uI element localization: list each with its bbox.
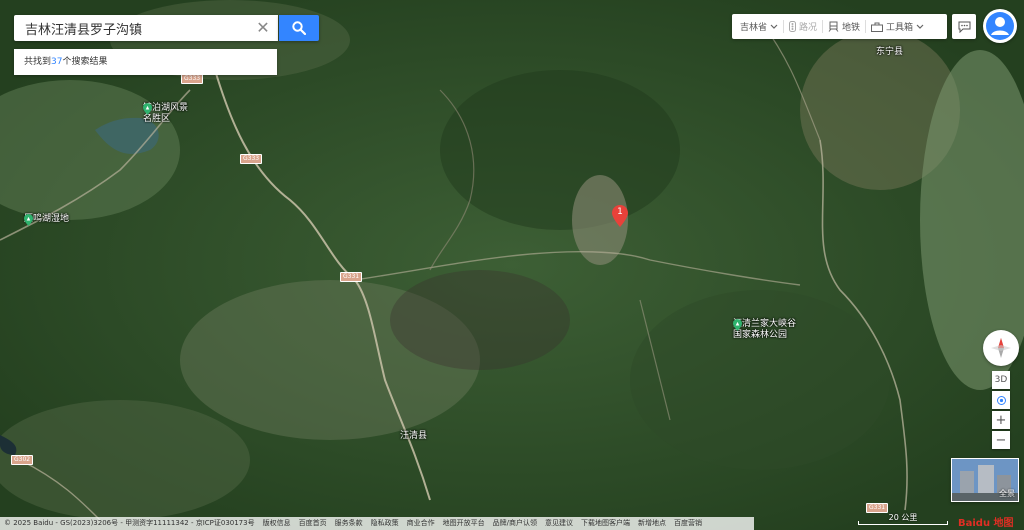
- clear-search-button[interactable]: ✕: [254, 19, 272, 37]
- poi-label: 汪清兰家大峡谷: [733, 319, 797, 329]
- map-toolbar: 吉林省 路况 地铁 工具箱: [732, 14, 947, 39]
- footer-link[interactable]: 版权信息: [263, 517, 291, 530]
- road-shield: G302: [11, 455, 34, 465]
- panorama-thumbnail[interactable]: 全景: [951, 458, 1019, 502]
- scale-line: [858, 521, 948, 525]
- search-icon: [292, 21, 306, 35]
- subway-button[interactable]: 地铁: [823, 14, 865, 39]
- scenic-pin-icon: [143, 103, 152, 115]
- 3d-toggle-button[interactable]: 3D: [992, 371, 1010, 389]
- plus-icon: +: [995, 412, 1007, 428]
- search-box: ✕: [14, 15, 278, 41]
- search-results-summary[interactable]: 共找到37个搜索结果: [14, 49, 277, 75]
- footer-link[interactable]: 服务条款: [335, 517, 363, 530]
- locate-button[interactable]: [992, 391, 1010, 409]
- subway-label: 地铁: [842, 23, 861, 33]
- message-button[interactable]: [952, 14, 976, 39]
- user-icon: [986, 12, 1014, 40]
- footer-link[interactable]: 隐私政策: [371, 517, 399, 530]
- compass-control[interactable]: [983, 330, 1019, 366]
- minus-icon: −: [995, 432, 1007, 448]
- footer-link[interactable]: 下载地图客户端: [581, 517, 630, 530]
- traffic-button[interactable]: 路况: [784, 14, 822, 39]
- satellite-terrain: [0, 0, 1024, 530]
- province-label: 吉林省: [740, 23, 768, 33]
- marker-number: 1: [617, 207, 623, 217]
- traffic-light-icon: [789, 21, 797, 32]
- search-input[interactable]: [23, 19, 252, 37]
- map-footer: © 2025 Baidu - GS(2023)3206号 - 甲测资字11111…: [0, 517, 754, 530]
- zoom-in-button[interactable]: +: [992, 411, 1010, 429]
- poi-label: 名胜区: [143, 114, 171, 124]
- copyright-text: © 2025 Baidu - GS(2023)3206号 - 甲测资字11111…: [4, 519, 255, 527]
- toolbox-label: 工具箱: [886, 23, 914, 33]
- poi-yanming-lake[interactable]: 雁鸣湖湿地: [24, 214, 69, 226]
- road-shield: G331: [340, 272, 363, 282]
- footer-link[interactable]: 地图开放平台: [443, 517, 485, 530]
- footer-link[interactable]: 百度营销: [674, 517, 702, 530]
- road-shield: G333: [240, 154, 263, 164]
- result-marker[interactable]: 1: [612, 205, 628, 227]
- 3d-label: 3D: [994, 375, 1008, 385]
- footer-link[interactable]: 新增地点: [638, 517, 666, 530]
- poi-lanjia-canyon[interactable]: 汪清兰家大峡谷 国家森林公园: [733, 319, 796, 341]
- user-avatar-button[interactable]: [983, 9, 1017, 43]
- subway-icon: [828, 21, 839, 32]
- traffic-label: 路况: [799, 23, 818, 33]
- town-label[interactable]: 汪清县: [400, 428, 427, 441]
- results-text: 共找到37个搜索结果: [24, 57, 108, 67]
- search-button[interactable]: [279, 15, 319, 41]
- locate-icon: [996, 395, 1006, 405]
- footer-link[interactable]: 品牌/商户认领: [493, 517, 537, 530]
- toolbox-icon: [871, 22, 884, 32]
- compass-icon: [991, 338, 1011, 358]
- chevron-down-icon: [916, 24, 924, 29]
- message-icon: [958, 21, 970, 33]
- footer-link[interactable]: 意见建议: [545, 517, 573, 530]
- chevron-down-icon: [770, 24, 778, 29]
- scale-bar: 20 公里: [858, 512, 948, 525]
- zoom-out-button[interactable]: −: [992, 431, 1010, 449]
- scenic-pin-icon: [24, 214, 33, 226]
- scenic-pin-icon: [733, 319, 742, 331]
- town-label[interactable]: 东宁县: [876, 44, 903, 57]
- poi-jingpo-lake[interactable]: 镜泊湖风景 名胜区: [143, 103, 188, 125]
- toolbox-button[interactable]: 工具箱: [866, 14, 929, 39]
- poi-label: 国家森林公园: [733, 330, 788, 340]
- satellite-map[interactable]: G333 G333 G331 G302 G331 东宁县 汪清县 镜泊湖风景 名…: [0, 0, 1024, 530]
- footer-link[interactable]: 百度首页: [299, 517, 327, 530]
- footer-link[interactable]: 商业合作: [407, 517, 435, 530]
- baidu-map-logo: Baidu 地图: [958, 518, 1014, 529]
- road-shield: G333: [181, 74, 204, 84]
- province-selector[interactable]: 吉林省: [732, 14, 783, 39]
- panorama-label: 全景: [999, 489, 1015, 498]
